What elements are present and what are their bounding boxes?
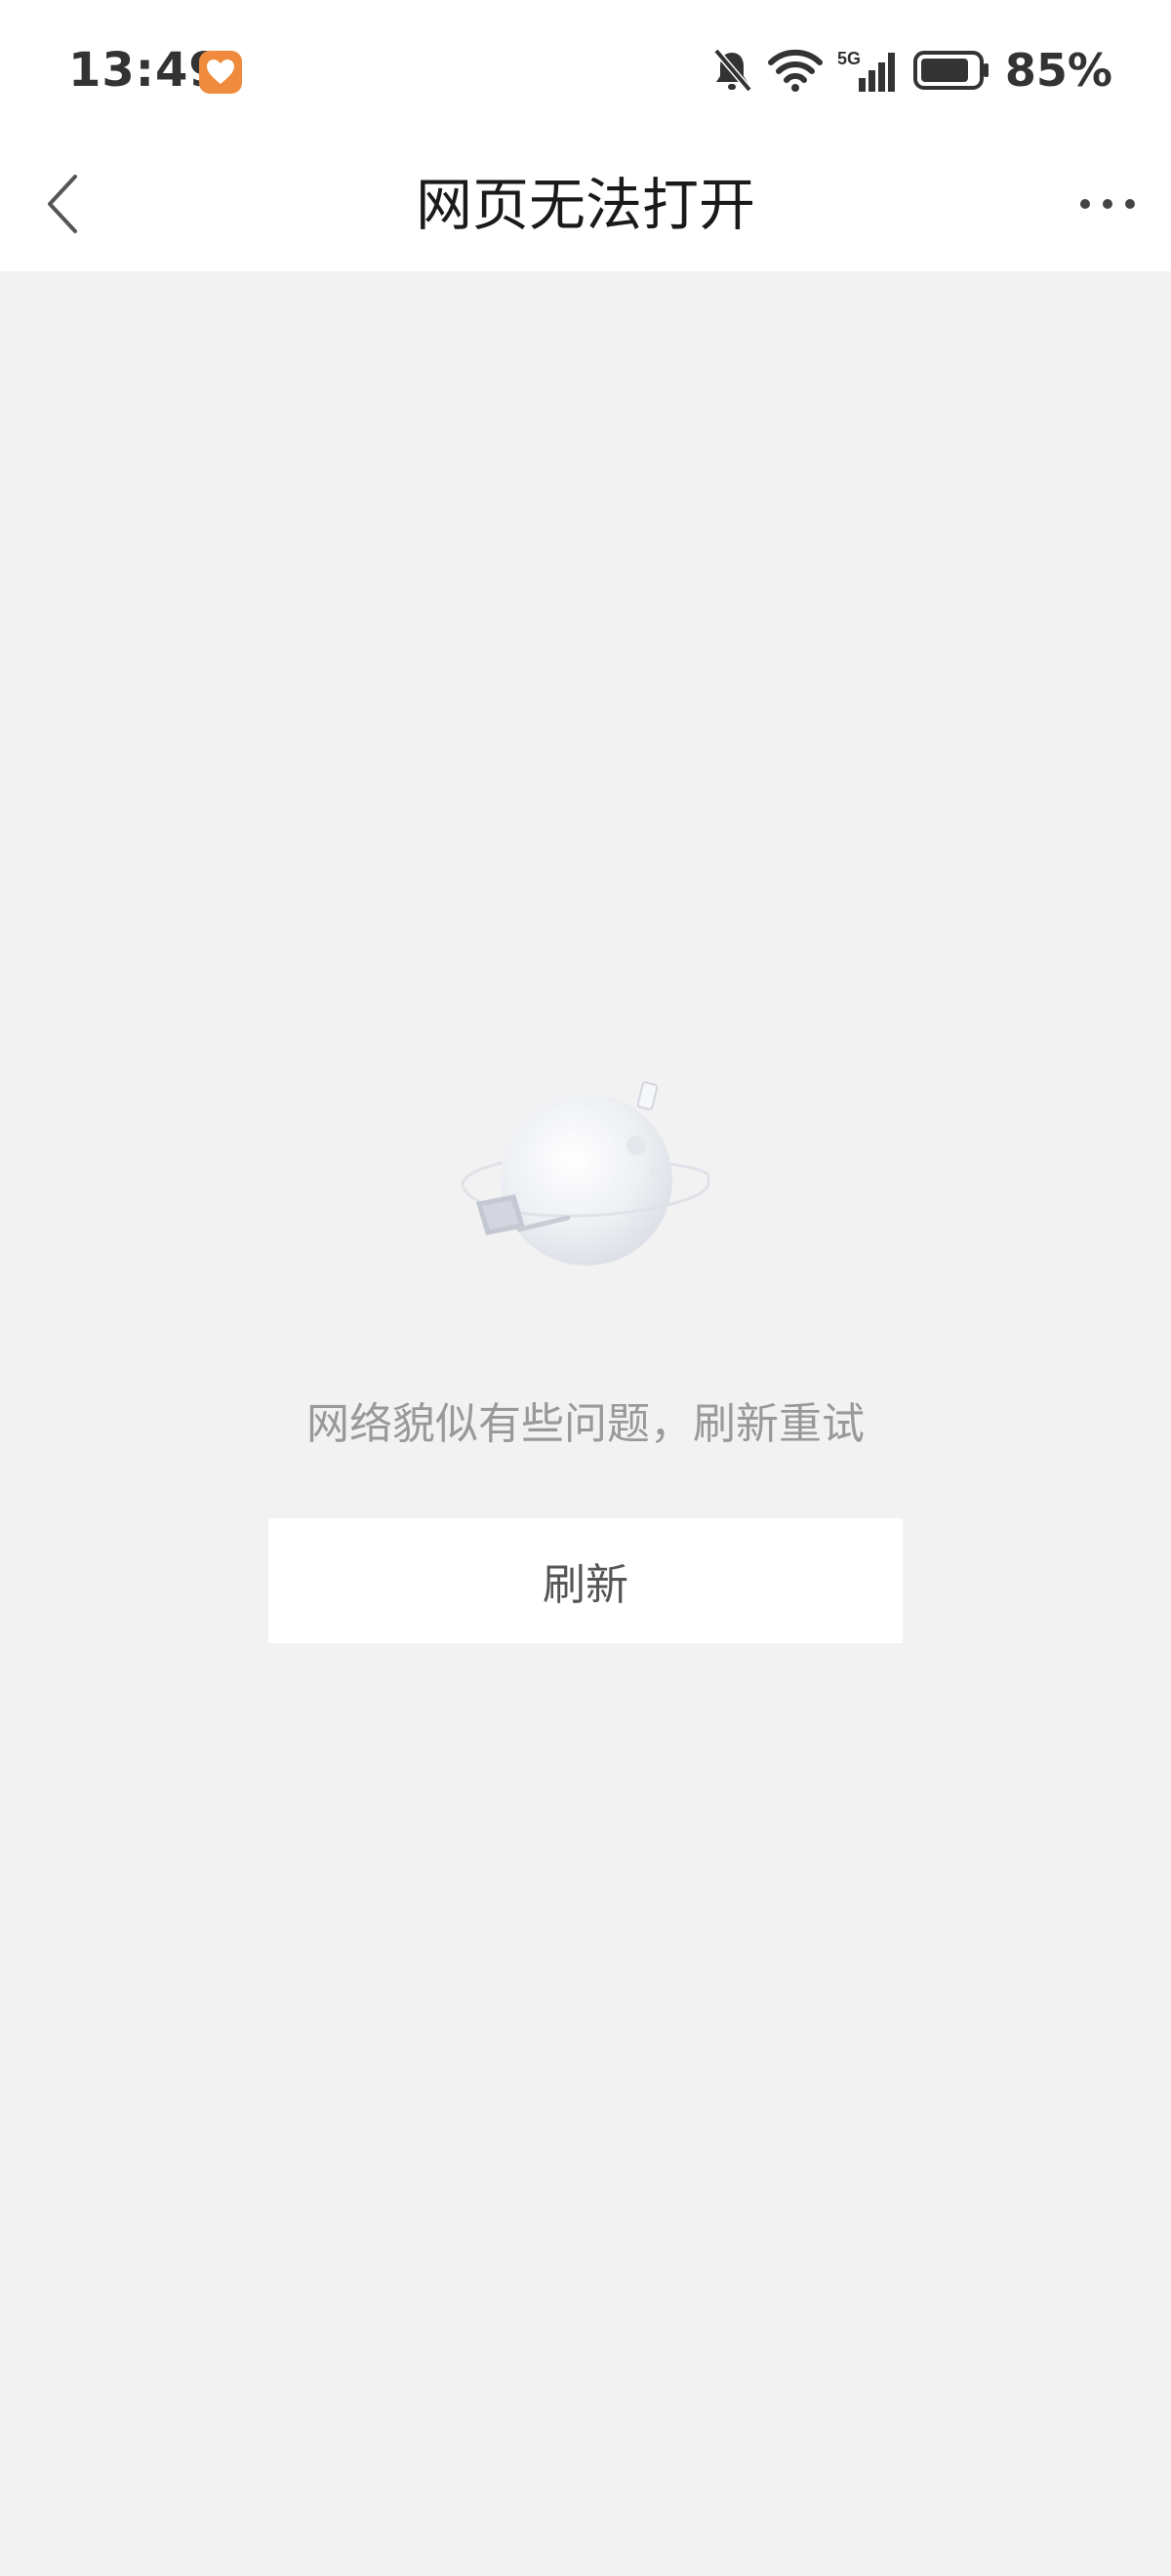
planet-illustration [461, 1081, 710, 1266]
wifi-icon [767, 49, 823, 92]
more-dots-icon [1080, 199, 1135, 209]
refresh-button[interactable]: 刷新 [268, 1518, 903, 1643]
battery-percent: 85% [1004, 44, 1112, 97]
chevron-left-icon [48, 175, 77, 233]
bell-mute-icon [713, 48, 752, 93]
error-message: 网络貌似有些问题，刷新重试 [306, 1399, 865, 1449]
battery-icon [912, 51, 989, 90]
back-button[interactable] [20, 160, 107, 248]
status-bar: 13:49 5G 85% [0, 0, 1171, 137]
page-title: 网页无法打开 [415, 172, 755, 238]
signal-5g-icon: 5G [837, 49, 895, 92]
heart-app-icon [199, 51, 242, 94]
more-button[interactable] [1064, 160, 1151, 248]
nav-bar: 网页无法打开 [0, 137, 1171, 271]
status-icons: 5G 85% [710, 43, 1112, 98]
network-label: 5G [837, 49, 861, 68]
